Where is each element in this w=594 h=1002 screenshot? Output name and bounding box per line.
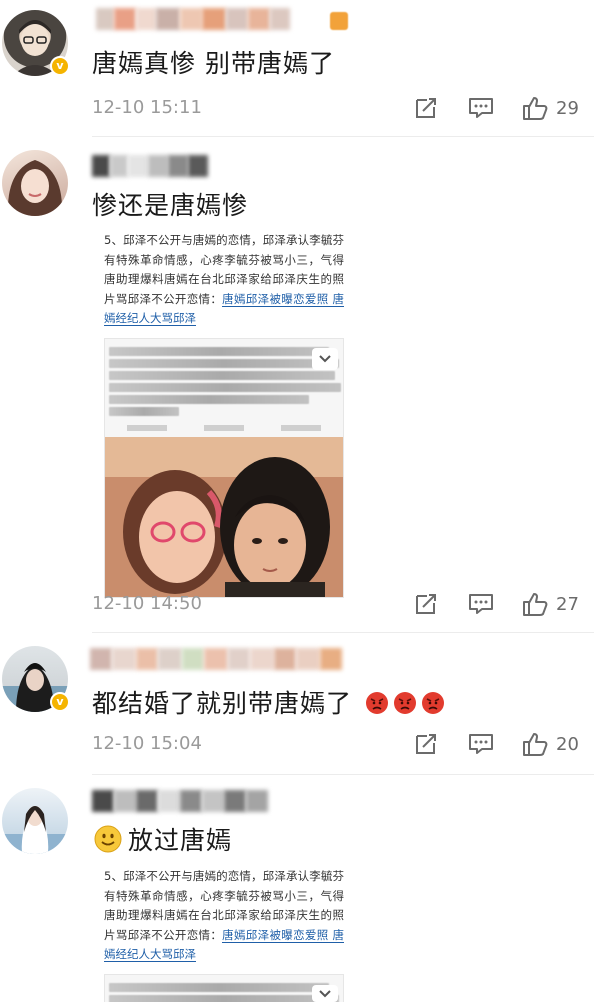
collapse-chevron-button[interactable] — [312, 348, 338, 370]
share-icon — [416, 594, 436, 614]
attached-image[interactable]: 5、邱泽不公开与唐嫣的恋情，邱泽承认李毓芬有特殊革命情感，心疼李毓芬被骂小三，气… — [100, 864, 348, 1002]
like-icon — [523, 97, 548, 120]
like-count: 20 — [556, 733, 579, 755]
comment-button[interactable] — [468, 93, 494, 123]
screenshot-toolbar — [105, 419, 343, 437]
divider — [92, 774, 594, 775]
like-icon — [523, 733, 548, 756]
collapse-chevron-button[interactable] — [312, 985, 338, 1002]
article-paragraph: 5、邱泽不公开与唐嫣的恋情，邱泽承认李毓芬有特殊革命情感，心疼李毓芬被骂小三，气… — [104, 869, 344, 962]
share-icon — [416, 98, 436, 118]
avatar-figure-icon — [2, 806, 68, 854]
comment-text: 都结婚了就别带唐嫣了 — [92, 684, 445, 720]
comment-icon — [469, 594, 493, 614]
comment-button[interactable] — [468, 729, 494, 759]
comment-time: 12-10 15:04 — [92, 733, 202, 754]
smile-emoji-icon — [94, 825, 122, 853]
username-redacted[interactable] — [92, 155, 208, 177]
avatar[interactable] — [2, 150, 68, 216]
angry-emoji-icon — [365, 691, 389, 715]
comment-time: 12-10 14:50 — [92, 593, 202, 614]
divider — [92, 632, 594, 633]
comment-text: 唐嫣真惨 别带唐嫣了 — [92, 49, 335, 78]
divider — [92, 136, 594, 137]
like-button[interactable]: 29 — [522, 93, 579, 123]
username-redacted[interactable] — [90, 648, 366, 670]
verified-badge-icon: v — [50, 56, 70, 76]
chevron-down-icon — [319, 989, 331, 997]
like-icon — [523, 593, 548, 616]
comment-button[interactable] — [468, 589, 494, 619]
username-redacted[interactable] — [96, 8, 336, 30]
comment-meta: 12-10 15:11 29 — [92, 93, 592, 123]
embedded-screenshot — [104, 973, 344, 1002]
comment-icon — [469, 98, 493, 118]
article-paragraph: 5、邱泽不公开与唐嫣的恋情，邱泽承认李毓芬有特殊革命情感，心疼李毓芬被骂小三，气… — [104, 233, 344, 326]
verified-badge-icon: v — [50, 692, 70, 712]
avatar[interactable] — [2, 788, 68, 854]
attached-image[interactable]: 5、邱泽不公开与唐嫣的恋情，邱泽承认李毓芬有特殊革命情感，心疼李毓芬被骂小三，气… — [100, 228, 348, 598]
comment-time: 12-10 15:11 — [92, 97, 202, 118]
like-button[interactable]: 20 — [522, 729, 579, 759]
comment-meta: 12-10 15:04 20 — [92, 729, 592, 759]
like-count: 27 — [556, 593, 579, 615]
chevron-down-icon — [319, 355, 331, 363]
comment-text: 惨还是唐嫣惨 — [92, 191, 249, 220]
comment-icon — [469, 734, 493, 754]
like-count: 29 — [556, 97, 579, 119]
share-button[interactable] — [414, 589, 438, 619]
angry-emoji-icon — [393, 691, 417, 715]
embedded-screenshot — [104, 337, 344, 598]
avatar-figure-icon — [7, 160, 63, 216]
comment-text: 放过唐嫣 — [92, 821, 232, 857]
photo-illustration — [105, 436, 343, 597]
username-redacted[interactable] — [92, 790, 268, 812]
couple-photo — [105, 436, 343, 597]
vip-icon — [330, 12, 348, 30]
like-button[interactable]: 27 — [522, 589, 579, 619]
share-icon — [416, 734, 436, 754]
comment-meta: 12-10 14:50 27 — [92, 589, 592, 619]
share-button[interactable] — [414, 729, 438, 759]
angry-emoji-icon — [421, 691, 445, 715]
share-button[interactable] — [414, 93, 438, 123]
